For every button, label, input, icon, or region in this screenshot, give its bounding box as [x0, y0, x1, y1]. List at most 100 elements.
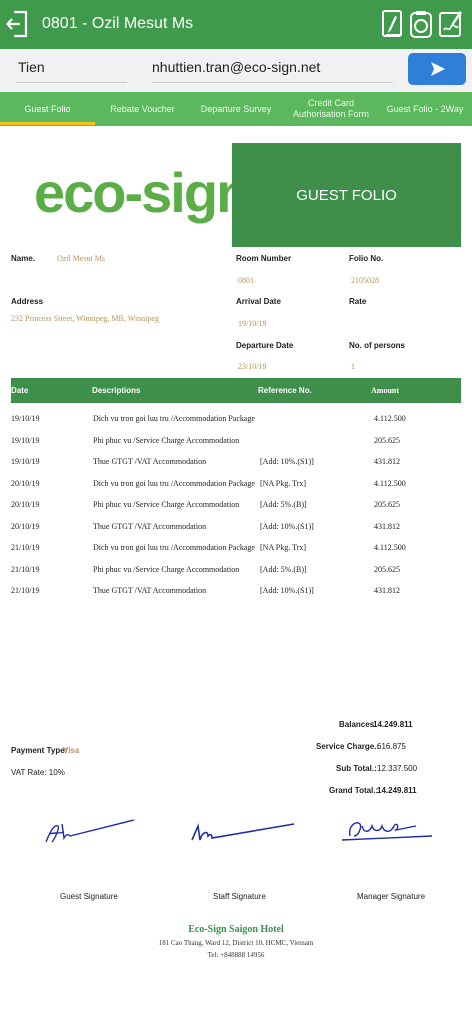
row-amount: 205.625	[374, 500, 400, 509]
service-charge-label: Service Charge.:	[316, 742, 380, 751]
sub-total-value: 12.337.500	[377, 764, 418, 773]
table-row: 19/10/19 Dich vu tron goi luu tru /Accomm…	[11, 410, 461, 428]
row-amount: 205.625	[374, 435, 400, 445]
room-number-label: Room Number	[236, 254, 292, 263]
table-row: 21/10/19 Thue GTGT /VAT Accommodation [Add…	[11, 582, 461, 600]
description-column-header: Descriptions	[92, 386, 141, 395]
reference-column-header: Reference No.	[258, 386, 312, 395]
tab-departure-survey[interactable]: Departure Survey	[190, 92, 282, 126]
table-row: 21/10/19 Dich vu tron goi luu tru /Accomm…	[11, 539, 461, 557]
persons-value: 1	[351, 362, 355, 371]
address-value: 232 Princess Street, Winnipeg, MB, Winni…	[11, 314, 159, 323]
row-reference: [NA Pkg. Trx]	[260, 543, 307, 552]
row-date: 21/10/19	[11, 586, 40, 595]
guest-signature-image	[45, 819, 135, 843]
staff-signature-label: Staff Signature	[213, 892, 266, 901]
send-button[interactable]	[408, 53, 466, 85]
row-description: Phi phuc vu /Service Charge Accommodatio…	[93, 500, 240, 509]
row-amount: 431.812	[374, 586, 400, 595]
balances-label: Balances.	[339, 720, 377, 729]
arrival-date-value: 19/10/19	[238, 319, 267, 328]
row-date: 19/10/19	[11, 414, 40, 423]
arrival-date-label: Arrival Date	[236, 297, 281, 306]
row-date: 19/10/19	[11, 435, 40, 445]
recipient-email-input[interactable]: nhuttien.tran@eco-sign.net	[152, 55, 393, 83]
hotel-address: 181 Cao Thang, Ward 12, District 10, HCM…	[158, 939, 314, 947]
hotel-name: Eco-Sign Saigon Hotel	[188, 924, 284, 935]
rate-label: Rate	[349, 297, 367, 306]
row-date: 19/10/19	[11, 457, 40, 466]
row-description: Thue GTGT /VAT Accommodation	[93, 457, 207, 466]
row-reference: [Add: 10%.(S1)]	[260, 521, 314, 531]
tab-bar: Guest Folio Rebate Voucher Departure Sur…	[0, 92, 472, 126]
row-date: 21/10/19	[11, 543, 40, 552]
hotel-phone: Tel: +848888 14956	[207, 951, 265, 959]
folio-number-value: 2105028	[351, 276, 379, 285]
row-amount: 4.112.500	[374, 478, 406, 488]
table-row: 20/10/19 Thue GTGT /VAT Accommodation [Add…	[11, 518, 461, 536]
row-amount: 4.112.500	[374, 414, 406, 423]
guest-signature-label: Guest Signature	[60, 892, 118, 901]
camera-icon[interactable]	[408, 9, 434, 39]
manager-signature-label: Manager Signature	[357, 892, 426, 901]
address-label: Address	[11, 297, 44, 306]
date-column-header: Date	[11, 386, 29, 395]
page-title: 0801 - Ozil Mesut Ms	[42, 15, 194, 32]
departure-date-value: 23/10/19	[238, 362, 267, 371]
name-value: Ozil Mesut Ms	[57, 254, 105, 263]
row-date: 20/10/19	[11, 500, 40, 509]
sign-document-icon[interactable]	[438, 9, 464, 39]
row-reference: [Add: 5%.(B)]	[260, 564, 307, 574]
staff-signature-image	[191, 823, 295, 841]
row-date: 20/10/19	[11, 478, 40, 488]
row-reference: [NA Pkg. Trx]	[260, 478, 307, 488]
grand-total-value: 14.249.811	[377, 786, 417, 795]
departure-date-label: Departure Date	[236, 341, 294, 350]
payment-type-value: Visa	[63, 746, 80, 755]
row-description: Phi phuc vu /Service Charge Accommodatio…	[93, 435, 240, 445]
room-number-value: 0801	[238, 276, 254, 285]
tab-guest-folio-2way[interactable]: Guest Folio - 2Way	[378, 92, 472, 126]
row-reference: [Add: 10%.(S1)]	[260, 586, 314, 595]
payment-type-label: Payment Type:	[11, 746, 68, 755]
row-date: 21/10/19	[11, 564, 40, 574]
charges-table-header: Date Descriptions Reference No. Amount	[11, 378, 461, 403]
top-bar: 0801 - Ozil Mesut Ms	[0, 0, 472, 49]
guest-folio-banner: GUEST FOLIO	[232, 143, 461, 247]
row-description: Dich vu tron goi luu tru /Accommodation …	[93, 414, 255, 423]
table-row: 19/10/19 Phi phuc vu /Service Charge Acco…	[11, 432, 461, 450]
row-description: Thue GTGT /VAT Accommodation	[93, 521, 207, 531]
table-row: 19/10/19 Thue GTGT /VAT Accommodation [Add…	[11, 453, 461, 471]
vat-rate-text: VAT Rate: 10%	[11, 768, 65, 777]
edit-document-icon[interactable]	[380, 9, 406, 39]
row-date: 20/10/19	[11, 521, 40, 531]
row-reference: [Add: 5%.(B)]	[260, 500, 307, 509]
row-reference: [Add: 10%.(S1)]	[260, 457, 314, 466]
row-description: Thue GTGT /VAT Accommodation	[93, 586, 207, 595]
name-label: Name.	[11, 254, 36, 263]
send-arrow-icon	[431, 62, 445, 76]
row-description: Phi phuc vu /Service Charge Accommodatio…	[93, 564, 240, 574]
row-amount: 431.812	[374, 457, 400, 466]
persons-label: No. of persons	[349, 341, 406, 350]
row-description: Dich vu tron goi luu tru /Accommodation …	[93, 478, 255, 488]
row-description: Dich vu tron goi luu tru /Accommodation …	[93, 543, 255, 552]
tab-rebate-voucher[interactable]: Rebate Voucher	[95, 92, 190, 126]
recipient-name-input[interactable]: Tien	[16, 55, 127, 83]
row-amount: 205.625	[374, 564, 400, 574]
tab-guest-folio[interactable]: Guest Folio	[0, 92, 95, 126]
folio-number-label: Folio No.	[349, 254, 384, 263]
grand-total-label: Grand Total.:	[329, 786, 379, 795]
exit-door-icon[interactable]	[6, 10, 28, 38]
table-row: 20/10/19 Dich vu tron goi luu tru /Accomm…	[11, 475, 461, 493]
active-tab-indicator	[0, 122, 95, 125]
amount-column-header: Amount	[371, 386, 400, 395]
row-amount: 4.112.500	[374, 543, 406, 552]
recipient-bar: Tien nhuttien.tran@eco-sign.net	[0, 49, 472, 92]
tab-credit-card-authorisation[interactable]: Credit Card Authorisation Form	[284, 92, 378, 126]
eco-sign-logo: eco-sign	[34, 161, 250, 224]
row-amount: 431.812	[374, 521, 400, 531]
manager-signature-image	[341, 822, 433, 841]
table-row: 20/10/19 Phi phuc vu /Service Charge Acco…	[11, 496, 461, 514]
sub-total-label: Sub Total.:	[336, 764, 377, 773]
